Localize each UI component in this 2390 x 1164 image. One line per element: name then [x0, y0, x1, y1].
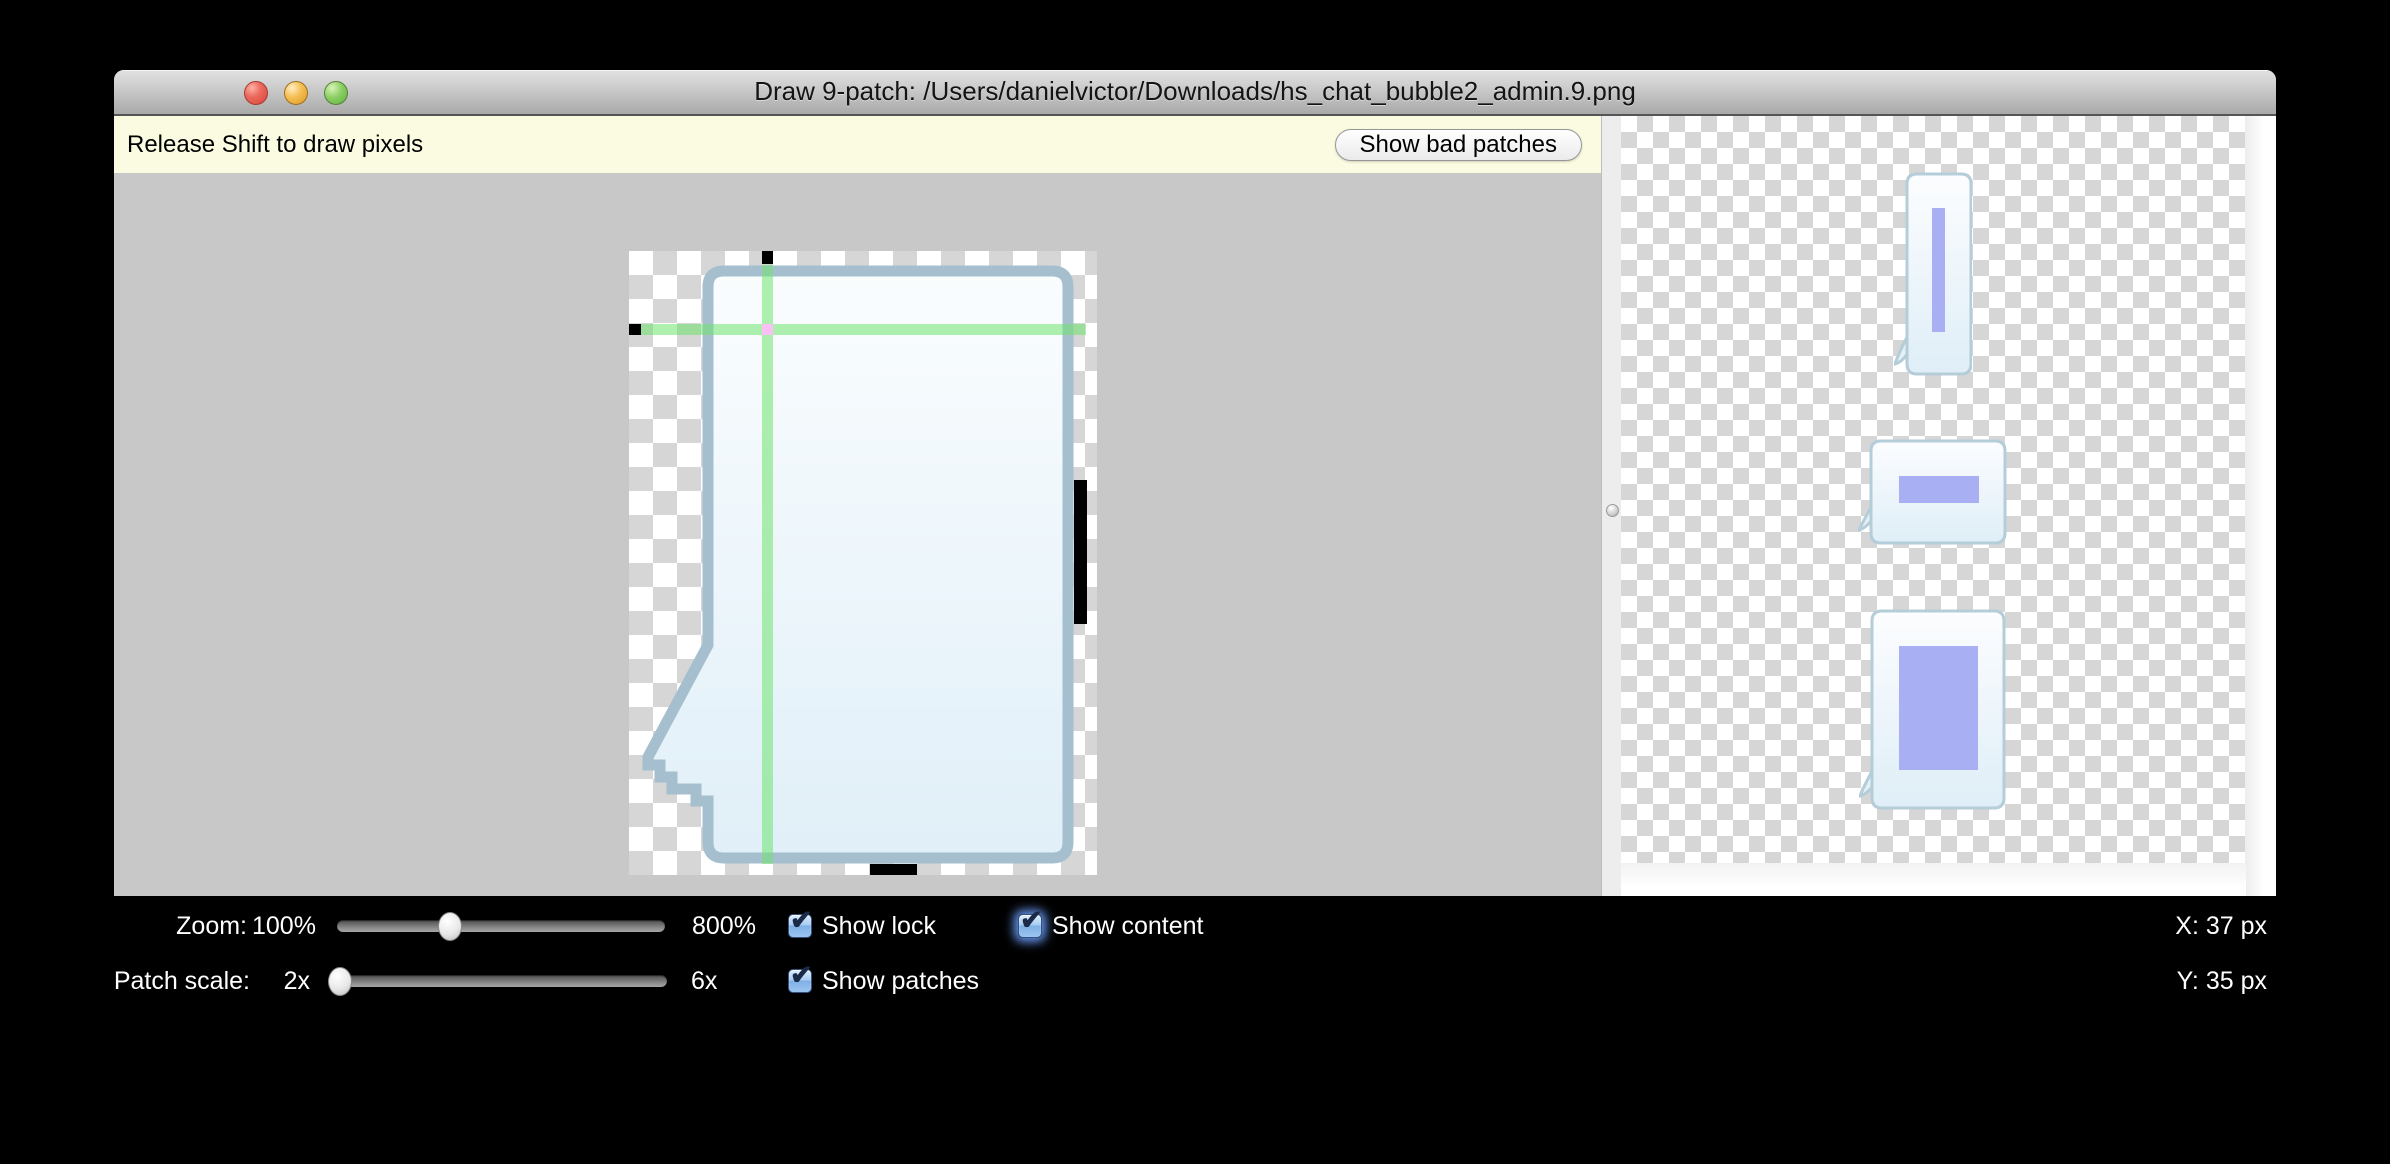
- right-patch-marker: [1074, 480, 1087, 624]
- patch-scale-min-label: 2x: [252, 967, 310, 995]
- vertical-scrollbar-track[interactable]: [2245, 116, 2276, 896]
- bottom-controls: Zoom: 100% 800% Show lock Show content X…: [0, 896, 2390, 1164]
- show-lock-label: Show lock: [822, 912, 936, 940]
- preview-panel: [1621, 116, 2276, 896]
- zoom-max-label: 800%: [692, 912, 756, 940]
- top-patch-marker: [762, 251, 773, 264]
- editor-canvas[interactable]: [114, 173, 1601, 896]
- zoom-min-label: 100%: [252, 912, 313, 940]
- patch-scale-slider-thumb[interactable]: [328, 967, 352, 996]
- show-content-checkbox[interactable]: [1018, 914, 1042, 938]
- horizontal-stretch-guide: [641, 324, 1086, 335]
- title-bar[interactable]: Draw 9-patch: /Users/danielvictor/Downlo…: [114, 70, 2276, 116]
- zoom-label: Zoom:: [100, 912, 247, 940]
- show-bad-patches-button[interactable]: Show bad patches: [1335, 129, 1582, 161]
- preview-content-area: [1932, 208, 1945, 332]
- preview-content-area: [1899, 646, 1978, 770]
- status-bar: Release Shift to draw pixels Show bad pa…: [114, 116, 1601, 173]
- preview-bubble-vertical: [1894, 172, 1972, 376]
- patch-scale-slider[interactable]: [328, 975, 667, 987]
- show-patches-label: Show patches: [822, 967, 979, 995]
- zoom-slider[interactable]: [337, 920, 665, 932]
- left-patch-marker: [629, 324, 641, 335]
- desktop-background: Draw 9-patch: /Users/danielvictor/Downlo…: [0, 0, 2390, 1164]
- status-message: Release Shift to draw pixels: [127, 131, 1335, 159]
- show-patches-checkbox[interactable]: [788, 969, 812, 993]
- patch-scale-max-label: 6x: [691, 967, 717, 995]
- ninepatch-artboard[interactable]: [629, 251, 1097, 875]
- show-lock-checkbox[interactable]: [788, 914, 812, 938]
- show-content-label: Show content: [1052, 912, 1204, 940]
- draw9patch-window: Draw 9-patch: /Users/danielvictor/Downlo…: [114, 70, 2276, 896]
- window-title: Draw 9-patch: /Users/danielvictor/Downlo…: [114, 70, 2276, 114]
- chat-bubble-shape: [648, 271, 1068, 858]
- vertical-stretch-guide: [762, 265, 773, 864]
- cursor-x-readout: X: 37 px: [2080, 912, 2267, 940]
- ninepatch-image: [629, 251, 1097, 875]
- preview-bubble-large: [1859, 609, 2006, 810]
- divider-collapse-handle[interactable]: [1606, 504, 1619, 517]
- pane-divider[interactable]: [1601, 116, 1621, 896]
- guide-intersection-pixel: [762, 324, 773, 335]
- bottom-patch-marker: [870, 864, 917, 875]
- patch-scale-label: Patch scale:: [100, 967, 250, 995]
- preview-bubble-wide: [1858, 439, 2007, 545]
- cursor-y-readout: Y: 35 px: [2080, 967, 2267, 995]
- horizontal-scrollbar-track[interactable]: [1621, 863, 2246, 896]
- preview-content-area: [1899, 476, 1979, 503]
- zoom-slider-thumb[interactable]: [438, 912, 462, 941]
